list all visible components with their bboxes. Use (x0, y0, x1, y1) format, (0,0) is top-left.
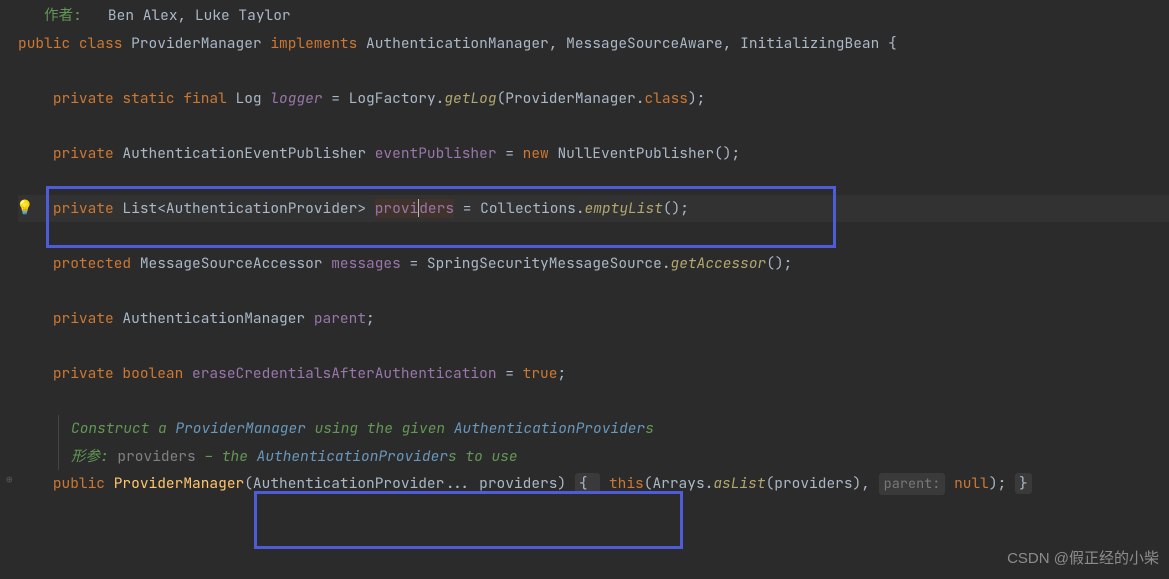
doc-line-2: 形参: providers – the AuthenticationProvid… (71, 443, 1169, 471)
messages-field: protected MessageSourceAccessor messages… (18, 250, 1169, 278)
author-label: 作者: (44, 6, 82, 25)
blank (18, 222, 1169, 250)
blank (18, 167, 1169, 195)
erase-field: private boolean eraseCredentialsAfterAut… (18, 360, 1169, 388)
class-decl: public class ProviderManager implements … (18, 30, 1169, 58)
text-cursor (418, 199, 419, 217)
code-editor[interactable]: 作者: Ben Alex, Luke Taylor public class P… (0, 0, 1169, 500)
javadoc-block: Construct a ProviderManager using the gi… (58, 415, 1169, 470)
doc-line-1: Construct a ProviderManager using the gi… (71, 415, 1169, 443)
parent-field: private AuthenticationManager parent; (18, 305, 1169, 333)
eventpublisher-field: private AuthenticationEventPublisher eve… (18, 140, 1169, 168)
highlight-box-2 (254, 491, 683, 549)
blank (18, 277, 1169, 305)
watermark: CSDN @假正经的小柴 (1007, 545, 1159, 574)
blank (18, 57, 1169, 85)
intention-bulb-icon[interactable]: 💡 (16, 195, 33, 222)
fold-open-brace[interactable]: { (575, 473, 600, 494)
blank (18, 112, 1169, 140)
providers-field: 💡 private List<AuthenticationProvider> p… (18, 195, 1169, 223)
blank (18, 388, 1169, 416)
logger-field: private static final Log logger = LogFac… (18, 85, 1169, 113)
constructor-line: ⊕ public ProviderManager(AuthenticationP… (18, 470, 1169, 498)
fold-close-brace[interactable]: } (1015, 473, 1032, 494)
param-hint: parent: (879, 473, 946, 495)
fold-icon[interactable]: ⊕ (6, 470, 13, 491)
author-names: Ben Alex, Luke Taylor (108, 6, 291, 25)
blank (18, 333, 1169, 361)
author-line: 作者: Ben Alex, Luke Taylor (18, 2, 1169, 30)
